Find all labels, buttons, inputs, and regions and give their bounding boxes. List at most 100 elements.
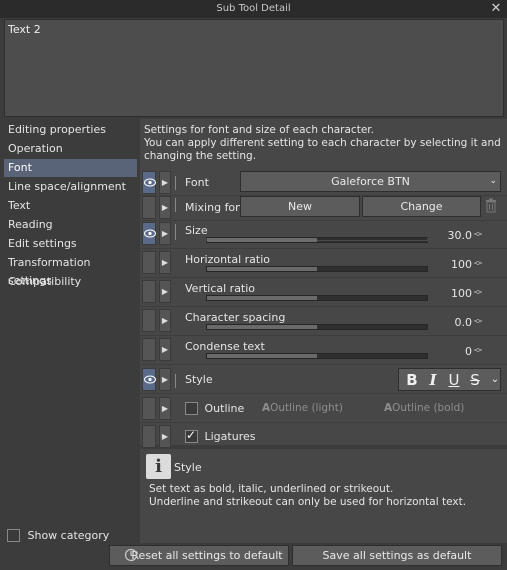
underline-button[interactable]: U [444, 371, 464, 389]
size-value[interactable]: 30.0 [412, 229, 473, 242]
description-line: You can apply different setting to each … [144, 137, 501, 149]
ligatures-checkbox[interactable] [185, 428, 198, 443]
outline-toggle[interactable]: Outline [185, 401, 244, 415]
divider [140, 422, 507, 423]
eye-icon[interactable] [142, 368, 156, 391]
chevron-down-icon[interactable]: ⌄ [485, 371, 505, 389]
help-text: Set text as bold, italic, underlined or … [149, 483, 466, 509]
character-spacing-value[interactable]: 0.0 [412, 316, 473, 329]
mixing-font-label: Mixing font [185, 201, 247, 214]
horizontal-ratio-value[interactable]: 100 [412, 258, 472, 271]
show-category-label: Show category [27, 528, 110, 542]
divider [140, 364, 507, 365]
divider [140, 306, 507, 307]
settings-description: Settings for font and size of each chara… [144, 124, 504, 163]
divider [140, 277, 507, 278]
expand-arrow-icon[interactable]: ▶ [159, 368, 171, 391]
reset-icon [124, 548, 138, 568]
font-select[interactable]: Galeforce BTN ⌄ [240, 171, 501, 192]
mixing-font-change-button[interactable]: Change [362, 196, 481, 217]
show-category-toggle[interactable]: Show category [7, 528, 109, 542]
show-category-checkbox[interactable] [7, 528, 20, 542]
text-outline-icon: A [384, 402, 393, 414]
category-transformation-settings[interactable]: Transformation settings [4, 254, 137, 287]
expand-arrow-icon[interactable]: ▶ [159, 196, 171, 219]
bold-button[interactable]: B [402, 371, 422, 389]
text-preview: Text 2 [4, 19, 504, 117]
vertical-ratio-slider[interactable] [206, 295, 428, 301]
category-text[interactable]: Text [4, 197, 137, 215]
expand-arrow-icon[interactable]: ▶ [159, 397, 171, 420]
ligatures-toggle[interactable]: Ligatures [185, 428, 256, 443]
expand-arrow-icon[interactable]: ▶ [159, 251, 171, 274]
condense-text-value[interactable]: 0 [412, 345, 472, 358]
divider [140, 393, 507, 394]
help-title: Style [174, 461, 202, 474]
category-editing-properties[interactable]: Editing properties [4, 121, 137, 139]
divider [140, 335, 507, 336]
outline-light-label: Outline (light) [270, 402, 343, 414]
strikeout-button[interactable]: S [465, 371, 485, 389]
expand-arrow-icon[interactable]: ▶ [159, 309, 171, 332]
description-line: changing the setting. [144, 150, 257, 162]
horizontal-ratio-spinner-icon[interactable]: ︿ ﹀ [473, 257, 483, 271]
category-operation[interactable]: Operation [4, 140, 137, 158]
condense-text-slider-fill [207, 354, 317, 358]
expand-arrow-icon[interactable]: ▶ [159, 222, 171, 245]
category-reading[interactable]: Reading [4, 216, 137, 234]
reset-label: Reset all settings to default [131, 549, 283, 562]
style-toggle-group: B I U S ⌄ [398, 368, 501, 391]
eye-icon[interactable] [142, 425, 156, 448]
eye-icon[interactable] [142, 196, 156, 219]
outline-bold-label: Outline (bold) [392, 402, 465, 414]
size-spinner-icon[interactable]: ︿ ﹀ [473, 228, 483, 242]
ligatures-label: Ligatures [204, 429, 256, 443]
character-spacing-slider[interactable] [206, 324, 428, 330]
condense-text-slider[interactable] [206, 353, 428, 359]
condense-text-spinner-icon[interactable]: ︿ ﹀ [473, 344, 483, 358]
eye-icon[interactable] [142, 251, 156, 274]
vertical-ratio-value[interactable]: 100 [412, 287, 472, 300]
window-title: Sub Tool Detail [216, 3, 291, 14]
horizontal-ratio-slider[interactable] [206, 266, 428, 272]
eye-icon[interactable] [142, 171, 156, 194]
row-bracket [175, 374, 178, 388]
eye-icon[interactable] [142, 397, 156, 420]
category-compatibility[interactable]: Compatibility [4, 273, 137, 291]
eye-icon[interactable] [142, 309, 156, 332]
expand-arrow-icon[interactable]: ▶ [159, 338, 171, 361]
character-spacing-slider-fill [207, 325, 317, 329]
save-all-settings-button[interactable]: Save all settings as default [292, 545, 502, 566]
outline-bold-option[interactable]: AOutline (bold) [384, 402, 464, 414]
window-title-bar: Sub Tool Detail [0, 0, 507, 18]
eye-icon[interactable] [142, 222, 156, 245]
expand-arrow-icon[interactable]: ▶ [159, 280, 171, 303]
italic-button[interactable]: I [423, 371, 443, 389]
text-outline-icon: A [262, 402, 271, 414]
category-edit-settings[interactable]: Edit settings [4, 235, 137, 253]
category-font[interactable]: Font [4, 159, 137, 177]
outline-checkbox[interactable] [185, 401, 198, 415]
eye-icon[interactable] [142, 338, 156, 361]
horizontal-ratio-label: Horizontal ratio [185, 253, 271, 266]
expand-arrow-icon[interactable]: ▶ [159, 171, 171, 194]
reset-all-settings-button[interactable]: Reset all settings to default [109, 545, 289, 566]
close-icon[interactable]: ✕ [489, 1, 503, 17]
help-line: Underline and strikeout can only be used… [149, 496, 467, 508]
trash-icon[interactable] [485, 198, 497, 213]
divider [140, 248, 507, 249]
condense-text-label: Condense text [185, 340, 265, 353]
eye-icon[interactable] [142, 280, 156, 303]
vertical-ratio-spinner-icon[interactable]: ︿ ﹀ [473, 286, 483, 300]
expand-arrow-icon[interactable]: ▶ [159, 425, 171, 448]
preview-text: Text 2 [8, 23, 41, 36]
category-line-space-alignment[interactable]: Line space/alignment [4, 178, 137, 196]
divider [140, 220, 507, 221]
row-bracket [175, 198, 178, 212]
character-spacing-spinner-icon[interactable]: ︿ ﹀ [473, 315, 483, 329]
style-label: Style [185, 373, 213, 386]
slider-ticks [206, 238, 428, 241]
outline-light-option[interactable]: AOutline (light) [262, 402, 343, 414]
mixing-font-new-button[interactable]: New [240, 196, 360, 217]
row-bracket [175, 176, 178, 190]
